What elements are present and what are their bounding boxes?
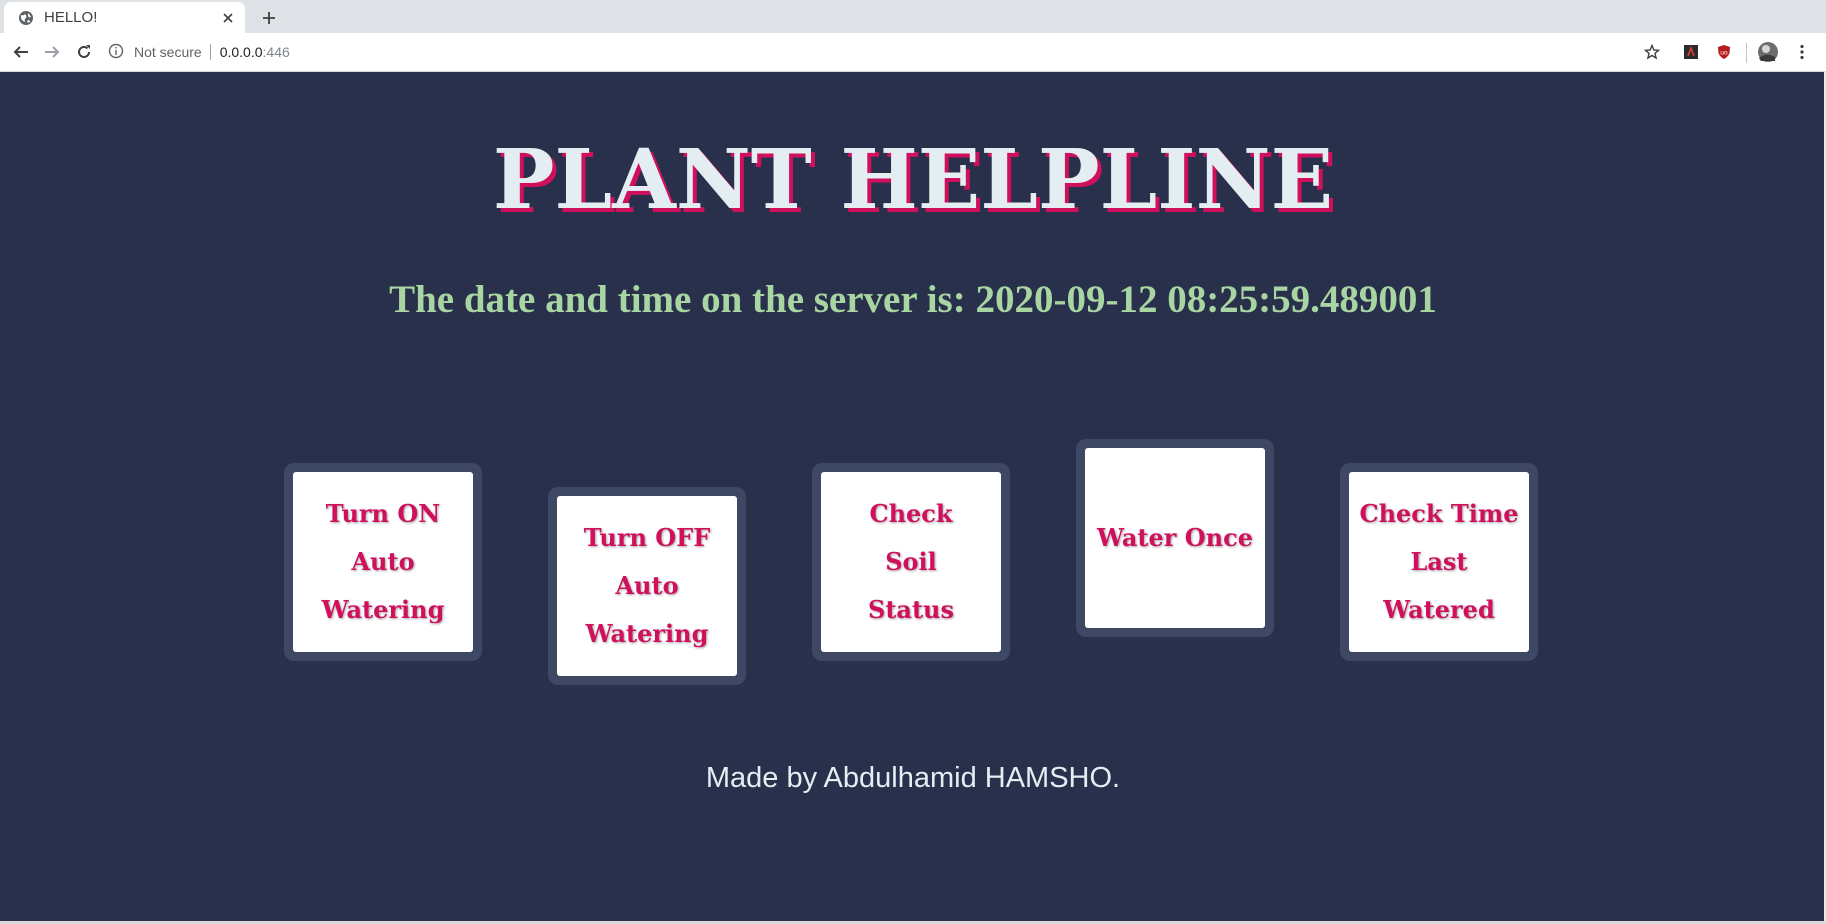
avatar[interactable] — [1756, 40, 1780, 64]
arrow-left-icon[interactable] — [9, 40, 33, 64]
footer-credit: Made by Abdulhamid HAMSHO. — [705, 762, 1121, 794]
kebab-menu-icon[interactable] — [1790, 40, 1814, 64]
info-icon[interactable] — [108, 43, 126, 61]
browser-tab[interactable]: HELLO! — [4, 2, 245, 33]
page-content: PLANT HELPLINE The date and time on the … — [0, 72, 1826, 921]
card-turn-on-auto-watering: Turn ON Auto Watering — [284, 463, 482, 661]
button-label: Water Once — [1096, 523, 1253, 552]
arrow-right-icon[interactable] — [40, 40, 64, 64]
shield-icon[interactable]: uo — [1712, 40, 1736, 64]
card-turn-off-auto-watering: Turn OFF Auto Watering — [548, 487, 746, 685]
card-check-soil-status: Check Soil Status — [812, 463, 1010, 661]
plus-icon[interactable] — [256, 5, 282, 31]
star-icon[interactable] — [1640, 40, 1664, 64]
button-label: Check Time Last Watered — [1359, 499, 1519, 624]
check-soil-status-button[interactable]: Check Soil Status — [821, 472, 1001, 652]
button-label: Turn OFF Auto Watering — [583, 523, 711, 648]
address-bar[interactable]: Not secure 0.0.0.0:446 — [108, 38, 1682, 66]
button-label: Turn ON Auto Watering — [321, 499, 445, 624]
url-host: 0.0.0.0 — [219, 44, 263, 60]
page-title: PLANT HELPLINE — [492, 132, 1334, 228]
tab-strip: HELLO! — [0, 0, 1826, 33]
divider — [209, 44, 211, 60]
datetime-value: 2020-09-12 08:25:59.489001 — [975, 278, 1437, 321]
server-datetime: The date and time on the server is: 2020… — [0, 277, 1826, 322]
close-icon[interactable] — [217, 7, 239, 29]
turn-on-auto-watering-button[interactable]: Turn ON Auto Watering — [293, 472, 473, 652]
security-label: Not secure — [134, 44, 202, 60]
water-once-button[interactable]: Water Once — [1085, 448, 1265, 628]
card-check-time-last-watered: Check Time Last Watered — [1340, 463, 1538, 661]
browser-toolbar: Not secure 0.0.0.0:446 uo — [0, 33, 1826, 72]
button-label: Check Soil Status — [867, 499, 954, 624]
turn-off-auto-watering-button[interactable]: Turn OFF Auto Watering — [557, 496, 737, 676]
extension-icon[interactable] — [1679, 40, 1703, 64]
tab-title: HELLO! — [44, 9, 98, 26]
divider — [1746, 43, 1747, 63]
url-port: :446 — [262, 44, 290, 60]
svg-text:uo: uo — [1720, 50, 1728, 57]
datetime-prefix: The date and time on the server is: — [389, 278, 976, 321]
check-time-last-watered-button[interactable]: Check Time Last Watered — [1349, 472, 1529, 652]
globe-icon — [18, 10, 34, 26]
reload-icon[interactable] — [72, 40, 96, 64]
card-water-once: Water Once — [1076, 439, 1274, 637]
